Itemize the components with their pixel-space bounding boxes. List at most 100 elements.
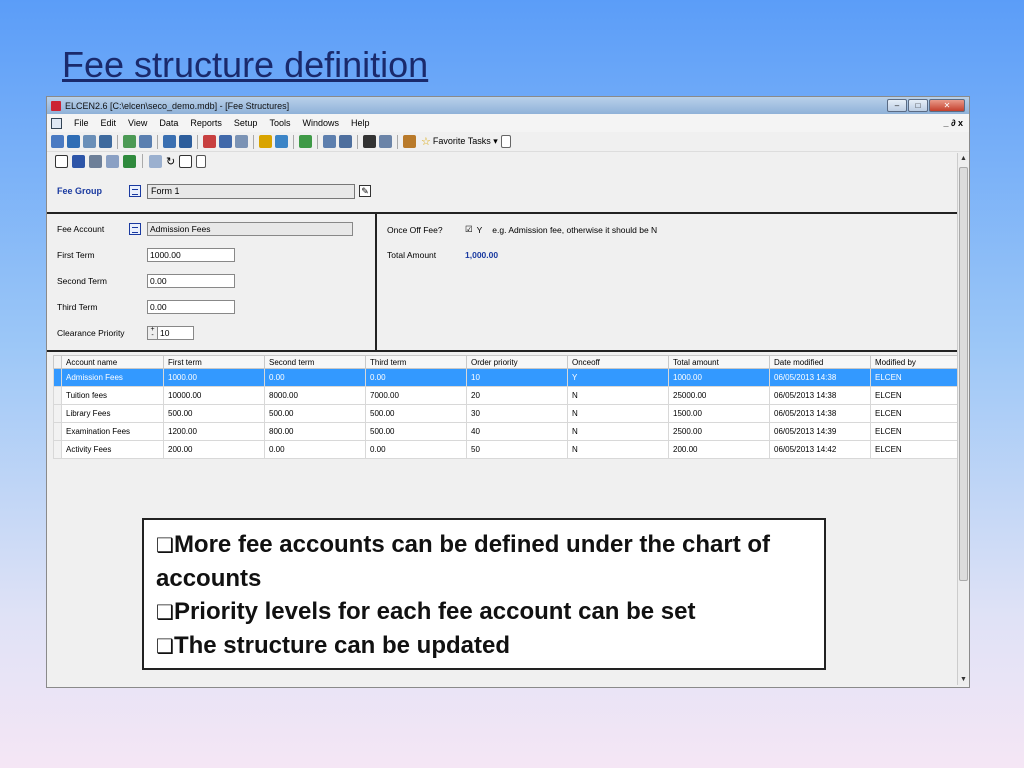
menu-view[interactable]: View [128,118,147,128]
cell[interactable]: 06/05/2013 14:38 [769,386,871,405]
col-header[interactable]: Modified by [870,355,960,369]
cell[interactable]: Examination Fees [61,422,164,441]
menu-file[interactable]: File [74,118,89,128]
cell[interactable]: Admission Fees [61,368,164,387]
cell[interactable]: 0.00 [365,440,467,459]
cell[interactable]: 8000.00 [264,386,366,405]
edit-pencil-icon[interactable]: ✎ [359,185,371,197]
cell[interactable]: N [567,440,669,459]
first-term-field[interactable]: 1000.00 [147,248,235,262]
fee-account-lookup-icon[interactable] [129,223,141,235]
menu-reports[interactable]: Reports [190,118,222,128]
refresh-icon[interactable]: ↻ [166,155,175,168]
cell[interactable]: 2500.00 [668,422,770,441]
list2-icon[interactable] [339,135,352,148]
cell[interactable]: 0.00 [365,368,467,387]
structure-icon[interactable] [196,154,207,168]
close-button[interactable]: ✕ [929,99,965,112]
chart-icon[interactable] [123,135,136,148]
cell[interactable]: Library Fees [61,404,164,423]
col-header[interactable]: Third term [365,355,467,369]
cell[interactable]: 500.00 [365,404,467,423]
report-icon[interactable] [219,135,232,148]
maximize-button[interactable]: □ [908,99,928,112]
cell[interactable]: ELCEN [870,404,960,423]
cell[interactable]: 1000.00 [163,368,265,387]
grid-icon[interactable] [163,135,176,148]
cell[interactable]: 0.00 [264,368,366,387]
document-icon[interactable] [51,117,62,129]
cell[interactable]: 500.00 [365,422,467,441]
parents-icon[interactable] [99,135,112,148]
scroll-thumb[interactable] [959,167,968,581]
cell[interactable]: ELCEN [870,386,960,405]
fee-group-lookup-icon[interactable] [129,185,141,197]
cell[interactable]: 06/05/2013 14:38 [769,404,871,423]
scroll-up-icon[interactable]: ▲ [960,155,967,162]
cell[interactable]: 50 [466,440,568,459]
col-header[interactable]: Order priority [466,355,568,369]
checkbox-icon[interactable] [179,154,193,168]
mdi-controls[interactable]: _ ∂ x [944,118,963,128]
cell[interactable]: ELCEN [870,440,960,459]
list-icon[interactable] [323,135,336,148]
users-icon[interactable] [51,135,64,148]
col-header[interactable]: Second term [264,355,366,369]
cell[interactable]: 200.00 [163,440,265,459]
cell[interactable]: 7000.00 [365,386,467,405]
menu-data[interactable]: Data [159,118,178,128]
home-icon[interactable] [403,135,416,148]
table-row[interactable]: Examination Fees 1200.00 800.00 500.00 40 N 25… [53,422,960,441]
table-row[interactable]: Activity Fees 200.00 0.00 0.00 50 N 200.00 06/0… [53,440,960,459]
cell[interactable]: Tuition fees [61,386,164,405]
col-header[interactable]: Date modified [769,355,871,369]
calendar-icon[interactable] [203,135,216,148]
cell[interactable]: 500.00 [163,404,265,423]
table-row[interactable]: Admission Fees 1000.00 0.00 0.00 10 Y 1000.00 0… [53,368,960,387]
spreadsheet-icon[interactable] [299,135,312,148]
cell[interactable]: 1200.00 [163,422,265,441]
col-header[interactable]: Account name [61,355,164,369]
cell[interactable]: 06/05/2013 14:42 [769,440,871,459]
delete-icon[interactable] [89,154,102,168]
clearance-priority-field[interactable]: 10 [158,326,194,340]
table-row[interactable]: Tuition fees 10000.00 8000.00 7000.00 20 N 250… [53,386,960,405]
menu-help[interactable]: Help [351,118,370,128]
cell[interactable]: 40 [466,422,568,441]
menu-tools[interactable]: Tools [269,118,290,128]
menu-edit[interactable]: Edit [101,118,117,128]
staff-icon[interactable] [83,135,96,148]
cell[interactable]: 0.00 [264,440,366,459]
minimize-button[interactable]: – [887,99,907,112]
vertical-scrollbar[interactable]: ▲ ▼ [957,153,969,685]
form-icon[interactable] [235,135,248,148]
third-term-field[interactable]: 0.00 [147,300,235,314]
cell[interactable]: N [567,386,669,405]
preview-icon[interactable] [106,154,119,168]
priority-spinner[interactable]: + - [147,326,158,340]
cell[interactable]: ELCEN [870,422,960,441]
notes-icon[interactable] [259,135,272,148]
table-icon[interactable] [179,135,192,148]
copy-icon[interactable] [149,154,162,168]
menu-setup[interactable]: Setup [234,118,258,128]
cell[interactable]: 30 [466,404,568,423]
cell[interactable]: 06/05/2013 14:38 [769,368,871,387]
second-term-field[interactable]: 0.00 [147,274,235,288]
cell[interactable]: N [567,422,669,441]
col-header[interactable]: Onceoff [567,355,669,369]
cell[interactable]: ELCEN [870,368,960,387]
edit-icon[interactable] [275,135,288,148]
cell[interactable]: Y [567,368,669,387]
cell[interactable]: 25000.00 [668,386,770,405]
excel-icon[interactable] [123,154,136,168]
cell[interactable]: 20 [466,386,568,405]
cell[interactable]: Activity Fees [61,440,164,459]
menu-windows[interactable]: Windows [302,118,339,128]
binoculars-icon[interactable] [363,135,376,148]
col-header[interactable]: First term [163,355,265,369]
cell[interactable]: 800.00 [264,422,366,441]
fee-group-field[interactable]: Form 1 [147,183,355,199]
accounts-icon[interactable] [139,135,152,148]
cell[interactable]: 1000.00 [668,368,770,387]
